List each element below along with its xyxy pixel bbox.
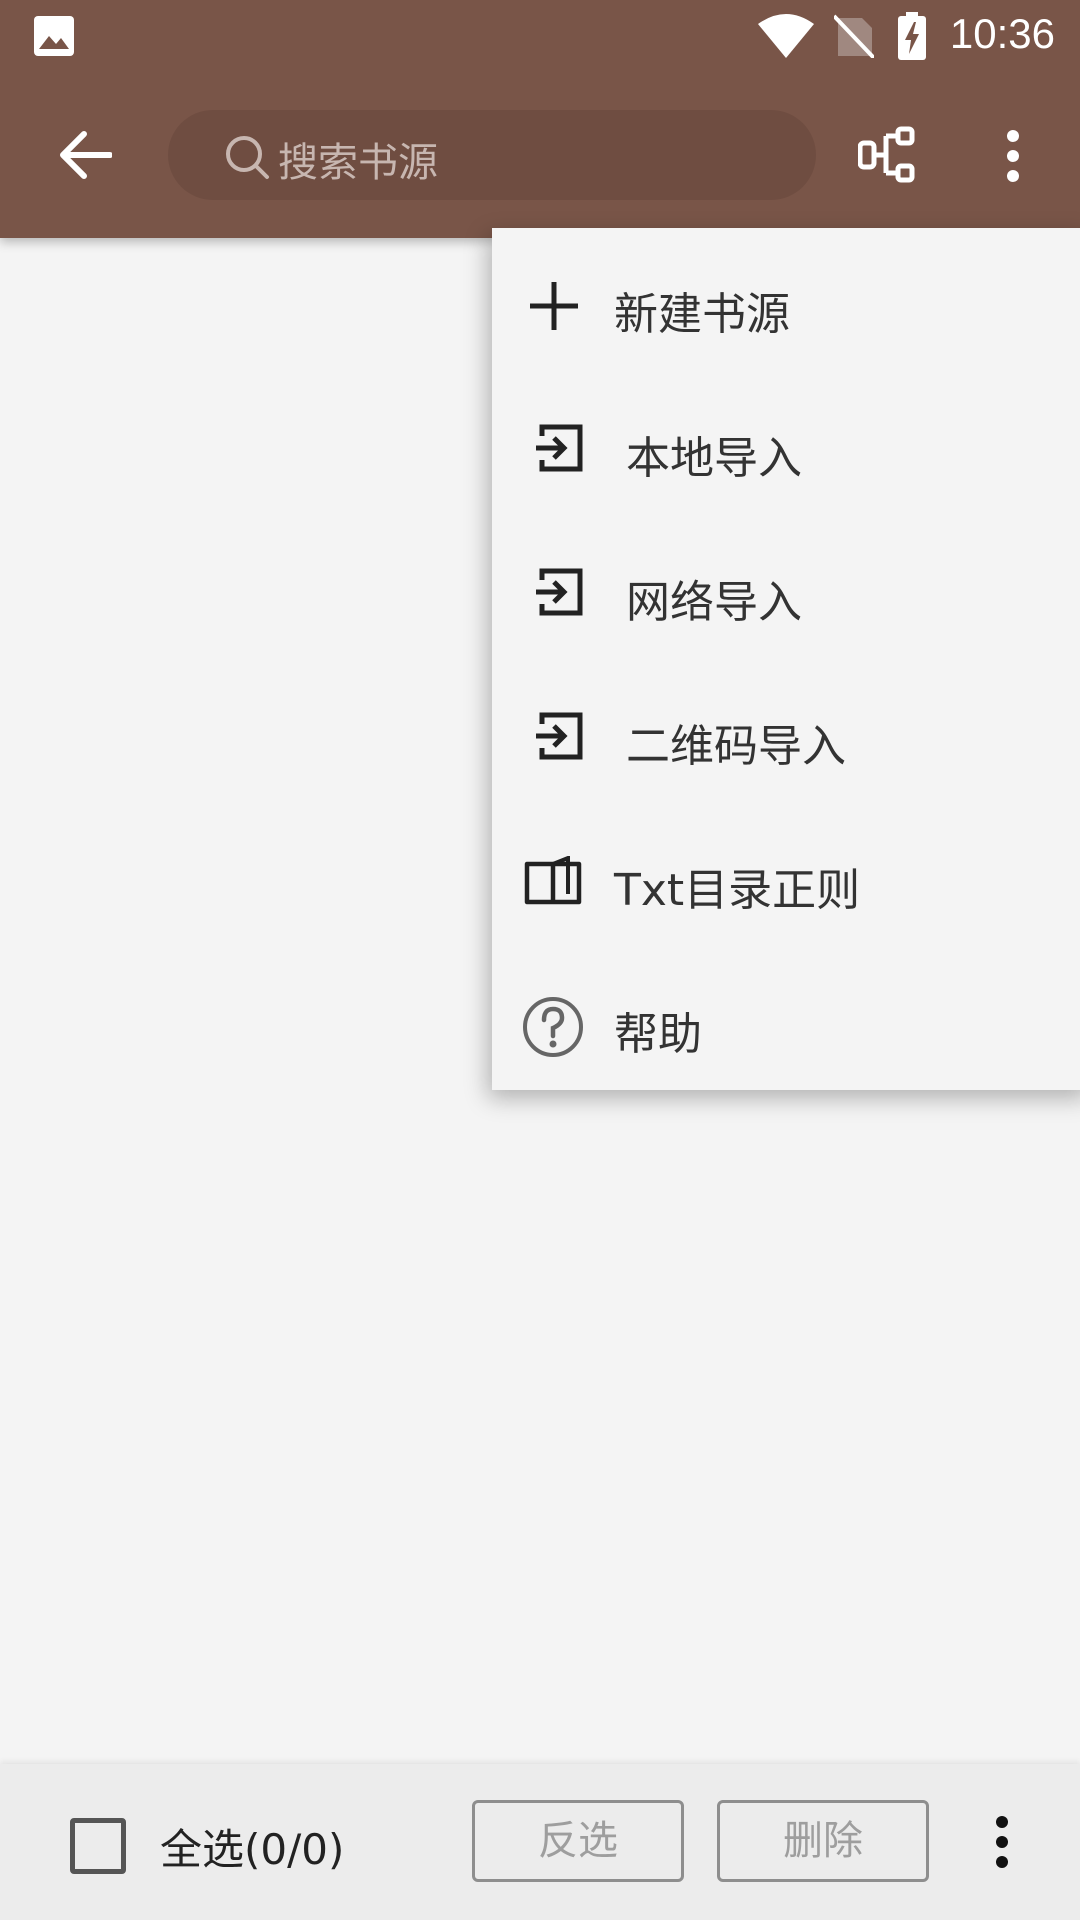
app-bar: 10:36 搜索书源 [0,0,1080,238]
more-vert-icon[interactable] [992,1816,1012,1868]
menu-item-network-import[interactable]: 网络导入 [492,522,1080,666]
overflow-menu: 新建书源 本地导入 网络导入 二维码导入 Txt目录正则 帮助 [492,228,1080,1090]
import-icon [536,424,583,472]
no-sim-icon [834,14,874,58]
menu-item-help[interactable]: 帮助 [492,954,1080,1098]
search-placeholder: 搜索书源 [278,140,438,186]
import-icon [536,568,583,616]
menu-item-label: 帮助 [614,1009,702,1060]
image-notification-icon [34,16,74,56]
plus-icon [530,282,578,330]
menu-item-new-source[interactable]: 新建书源 [492,234,1080,378]
menu-item-label: 网络导入 [626,577,802,628]
book-open-icon [524,856,582,905]
search-icon [226,136,269,179]
menu-item-label: 本地导入 [626,433,802,484]
help-circle-icon [523,997,583,1057]
menu-item-local-import[interactable]: 本地导入 [492,378,1080,522]
battery-charging-icon [898,12,926,60]
more-vert-icon[interactable] [1003,130,1023,182]
wifi-icon [758,14,814,58]
menu-item-qrcode-import[interactable]: 二维码导入 [492,666,1080,810]
menu-item-label: Txt目录正则 [614,865,861,916]
status-bar: 10:36 [0,0,1080,76]
search-input[interactable]: 搜索书源 [168,110,816,200]
status-time: 10:36 [949,10,1055,57]
menu-item-label: 新建书源 [614,289,790,340]
menu-item-label: 二维码导入 [626,721,846,772]
selection-bar: 全选(0/0) 反选 删除 [0,1764,1080,1920]
select-all-label: 全选(0/0) [160,1825,345,1874]
group-icon[interactable] [858,126,918,184]
menu-item-txt-toc-rule[interactable]: Txt目录正则 [492,810,1080,954]
delete-button[interactable]: 删除 [717,1800,929,1882]
back-arrow-icon[interactable] [58,130,112,180]
invert-selection-button[interactable]: 反选 [472,1800,684,1882]
select-all-checkbox[interactable] [70,1818,126,1874]
import-icon [536,712,583,760]
